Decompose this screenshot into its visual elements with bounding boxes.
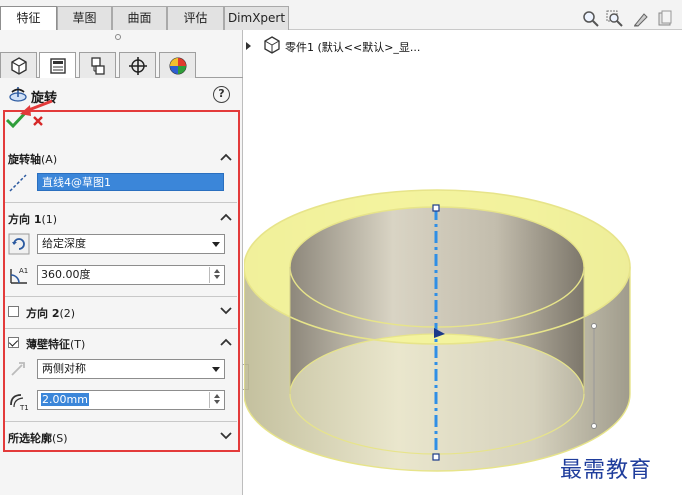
angle-value: 360.00度 [41,268,91,281]
thin-type-select[interactable]: 两侧对称 [37,359,225,379]
axis-selection-field[interactable]: 直线4@草图1 [37,173,224,191]
section-divider [5,202,237,203]
expand-chevron-icon[interactable] [220,431,232,441]
tab-dimxpert[interactable]: DimXpert [224,6,289,30]
panel-grip[interactable] [115,34,121,40]
spin-buttons[interactable] [209,267,223,283]
previous-view-icon[interactable] [632,10,650,28]
feature-manager-tab[interactable] [0,52,37,78]
property-manager-icon [50,58,66,74]
direction1-shortcut: (1) [41,213,58,226]
thickness-input[interactable]: 2.00mm [37,390,225,410]
direction2-shortcut: (2) [59,307,76,320]
collapse-chevron-icon[interactable] [220,212,232,222]
tab-surfaces[interactable]: 曲面 [112,6,167,30]
direction2-checkbox[interactable] [8,306,19,317]
section-view-icon[interactable] [656,10,674,28]
dropdown-arrow-icon [212,242,220,247]
section-divider [5,296,237,297]
thin-feature-label: 薄壁特征 [26,338,70,351]
selected-contours-section-header[interactable]: 所选轮廓(S) [8,430,68,446]
axis-line-icon [9,174,27,192]
expand-chevron-icon[interactable] [220,306,232,316]
display-manager-icon [169,57,187,75]
solidworks-window: 特征 草图 曲面 评估 DimXpert 旋转 ? 旋转轴(A) 直线4@草图1… [0,0,682,495]
thin-type-value: 两侧对称 [42,362,86,375]
selected-contours-label: 所选轮廓 [8,432,52,445]
tab-features[interactable]: 特征 [0,6,57,31]
tab-evaluate[interactable]: 评估 [167,6,224,30]
zoom-to-area-icon[interactable] [606,10,624,28]
reverse-direction-icon[interactable] [8,233,30,255]
watermark-text: 最需教育 [560,458,653,483]
pointer-arrow-icon [20,99,53,116]
end-condition-select[interactable]: 给定深度 [37,234,225,254]
display-manager-tab[interactable] [159,52,196,78]
direction1-section-header[interactable]: 方向 1(1) [8,211,57,227]
property-manager-tab[interactable] [39,52,76,78]
thickness-value: 2.00mm [41,393,89,406]
configuration-manager-icon [91,57,105,75]
svg-text:T1: T1 [19,404,29,412]
thin-feature-shortcut: (T) [70,338,86,351]
dimxpert-manager-icon [129,57,147,75]
angle-icon: A1 [10,267,28,284]
axis-section-header[interactable]: 旋转轴(A) [8,151,57,167]
thin-feature-section-header[interactable]: 薄壁特征(T) [26,336,85,352]
axis-section-label: 旋转轴 [8,153,41,166]
direction1-label: 方向 1 [8,213,42,226]
flyout-tree-root[interactable]: 零件1 (默认<<默认>_显... [285,39,420,55]
section-divider [5,421,237,422]
tree-expand-arrow-icon[interactable] [246,42,251,50]
thickness-icon: T1 [10,394,29,412]
tab-sketch[interactable]: 草图 [57,6,112,30]
command-manager-tabs: 特征 草图 曲面 评估 DimXpert [0,0,682,31]
dropdown-arrow-icon [212,367,220,372]
part-icon [264,36,280,54]
svg-text:A1: A1 [19,267,28,275]
spin-buttons[interactable] [209,392,223,408]
manager-tabs [0,52,243,78]
end-condition-value: 给定深度 [42,237,86,250]
revolve-preview-graphic [244,189,631,472]
axis-section-shortcut: (A) [41,153,58,166]
angle-input[interactable]: 360.00度 [37,265,225,285]
dimxpert-manager-tab[interactable] [119,52,156,78]
thin-feature-checkbox[interactable] [8,337,19,348]
thin-reverse-icon[interactable] [8,359,28,379]
collapse-chevron-icon[interactable] [220,337,232,347]
section-divider [5,328,237,329]
direction2-label: 方向 2 [26,307,60,320]
feature-manager-icon [11,57,27,75]
direction2-section-header[interactable]: 方向 2(2) [26,305,75,321]
zoom-to-fit-icon[interactable] [582,10,600,28]
selected-contours-shortcut: (S) [52,432,68,445]
collapse-chevron-icon[interactable] [220,152,232,162]
configuration-manager-tab[interactable] [79,52,116,78]
help-icon[interactable]: ? [213,86,230,103]
